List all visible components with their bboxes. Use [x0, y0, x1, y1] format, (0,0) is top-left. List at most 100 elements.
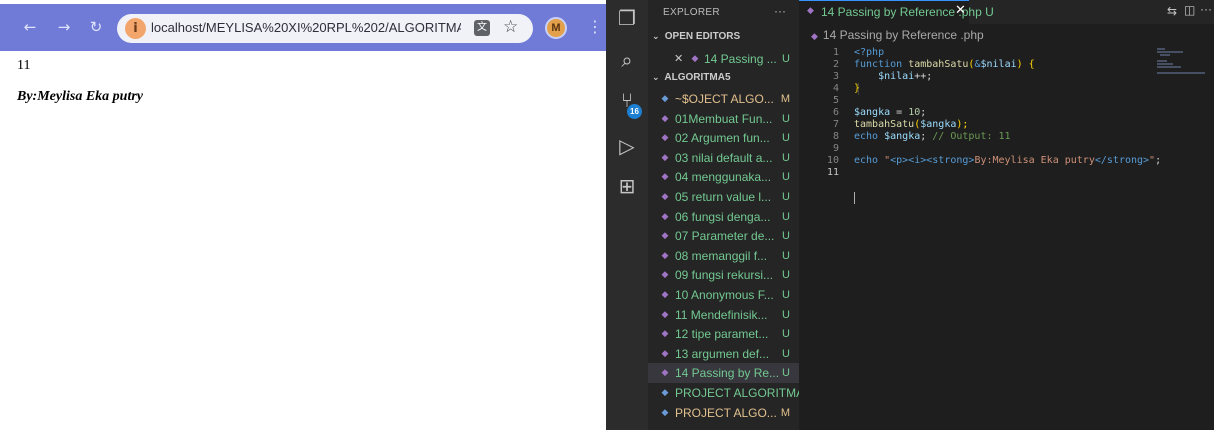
text-cursor [854, 192, 855, 204]
minimap-line [1157, 63, 1173, 65]
address-bar[interactable]: i localhost/MEYLISA%20XI%20RPL%202/ALGOR… [117, 14, 533, 43]
git-status: M [780, 406, 790, 419]
minimap-line [1157, 48, 1165, 50]
git-status: U [782, 249, 790, 262]
line-number: 6 [832, 107, 839, 118]
line-number: 5 [832, 95, 839, 106]
more-actions-icon[interactable]: ··· [1200, 2, 1212, 16]
explorer-icon[interactable]: ❐ [615, 6, 639, 30]
file-item[interactable]: ◆ 06 fungsi denga... U [648, 207, 799, 227]
line-number: 1 [832, 47, 839, 58]
line-number: 2 [832, 59, 839, 70]
file-item[interactable]: ◆ 11 Mendefinisik... U [648, 305, 799, 325]
search-icon[interactable]: ⌕ [615, 48, 639, 72]
php-file-icon: ◆ [691, 54, 699, 64]
file-item[interactable]: ◆ 05 return value l... U [648, 187, 799, 207]
file-item[interactable]: ◆ 02 Argumen fun... U [648, 128, 799, 148]
php-file-icon: ◆ [661, 192, 669, 202]
forward-icon[interactable]: → [55, 18, 73, 36]
author-credit: By:Meylisa Eka putry [17, 89, 143, 104]
file-item[interactable]: ◆ ~$OJECT ALGO... M [648, 89, 799, 109]
file-name: 07 Parameter de... [675, 229, 775, 244]
site-info-icon[interactable]: i [125, 18, 146, 39]
file-item[interactable]: ◆ 01Membuat Fun... U [648, 109, 799, 129]
explorer-sidebar: EXPLORER ··· ⌄ OPEN EDITORS ✕ ◆ 14 Passi… [648, 0, 799, 430]
code-line-10: echo "<p><i><strong>By:Meylisa Eka putry… [854, 155, 1162, 166]
file-name: 05 return value l... [675, 190, 772, 204]
open-editor-item[interactable]: ✕ ◆ 14 Passing ... U [648, 49, 799, 69]
close-icon[interactable]: ✕ [955, 3, 966, 18]
browser-toolbar: ← → ↻ i localhost/MEYLISA%20XI%20RPL%202… [0, 4, 606, 51]
line-number: 11 [826, 167, 839, 178]
file-name: ~$OJECT ALGO... [675, 92, 774, 106]
git-status: U [782, 112, 790, 125]
git-status: U [782, 191, 790, 203]
tab-label: 14 Passing by Reference .php U [821, 5, 994, 19]
php-file-icon: ◆ [661, 368, 669, 379]
file-item[interactable]: ◆ 13 argumen def... U [648, 344, 799, 364]
minimap-line [1157, 60, 1167, 62]
php-file-icon: ◆ [661, 172, 669, 183]
php-file-icon: ◆ [661, 329, 669, 340]
vscode-window: ❐ ⌕ ⑂ 16 ▷ ⊞ EXPLORER ··· ⌄ OPEN EDITORS… [606, 0, 1214, 430]
browser-menu-icon[interactable]: ⋮ [587, 18, 603, 36]
file-item[interactable]: ◆ PROJECT ALGORITMA... [648, 383, 799, 403]
explorer-more-icon[interactable]: ··· [774, 4, 786, 18]
git-status: U [782, 328, 790, 341]
code-line-1: <?php [854, 47, 885, 58]
file-item[interactable]: ◆ 10 Anonymous F... U [648, 285, 799, 305]
compare-changes-icon[interactable]: ⇆ [1167, 4, 1177, 18]
git-status: U [782, 308, 790, 321]
php-file-icon: ◆ [661, 152, 669, 163]
file-name: 14 Passing by Re... [675, 366, 780, 381]
file-item[interactable]: ◆ 08 memanggil f... U [648, 246, 799, 266]
minimap[interactable] [1157, 46, 1207, 86]
breadcrumb[interactable]: ◆ 14 Passing by Reference .php [811, 28, 984, 42]
profile-avatar[interactable]: M [545, 17, 567, 39]
file-name: PROJECT ALGORITMA... [675, 386, 799, 400]
file-name: 12 tipe paramet... [675, 327, 769, 342]
php-file-icon: ◆ [661, 290, 669, 300]
php-file-icon: ◆ [661, 250, 669, 261]
php-file-icon: ◆ [661, 113, 669, 124]
page-content: 11 By:Meylisa Eka putry [0, 51, 606, 430]
file-item[interactable]: ◆ 09 fungsi rekursi... U [648, 265, 799, 285]
tab-active-file[interactable]: ◆ 14 Passing by Reference .php U ✕ [799, 0, 994, 24]
git-status: U [782, 171, 790, 184]
file-item[interactable]: ◆ 14 Passing by Re... U [648, 363, 799, 384]
code-line-2: function tambahSatu(&$nilai) { [854, 59, 1035, 70]
php-file-icon: ◆ [661, 211, 669, 222]
file-name: 03 nilai default a... [675, 150, 773, 165]
url-text[interactable]: localhost/MEYLISA%20XI%20RPL%202/ALGORIT… [151, 20, 461, 35]
back-icon[interactable]: ← [21, 18, 39, 36]
minimap-line [1160, 54, 1170, 56]
translate-icon[interactable]: 文 [474, 20, 490, 36]
line-number: 10 [826, 155, 839, 166]
file-item[interactable]: ◆ 12 tipe paramet... U [648, 324, 799, 344]
file-item[interactable]: ◆ PROJECT ALGO... M [648, 403, 799, 423]
php-file-icon: ◆ [661, 231, 669, 242]
file-name: 04 menggunaka... [675, 170, 772, 185]
minimap-line [1157, 66, 1181, 68]
open-editors-header[interactable]: ⌄ OPEN EDITORS [652, 31, 740, 42]
git-status: U [782, 132, 790, 145]
folder-header[interactable]: ⌄ ALGORITMA5 [652, 72, 731, 83]
bookmark-star-icon[interactable]: ☆ [503, 17, 518, 37]
git-status: U [782, 230, 790, 243]
file-item[interactable]: ◆ 04 menggunaka... U [648, 167, 799, 187]
run-debug-icon[interactable]: ▷ [615, 134, 639, 158]
split-editor-icon[interactable]: ◫ [1184, 3, 1195, 17]
extensions-icon[interactable]: ⊞ [615, 174, 639, 198]
document-icon: ◆ [661, 94, 669, 104]
editor-area: ◆ 14 Passing by Reference .php U ✕ ⇆ ◫ ·… [799, 0, 1214, 430]
reload-icon[interactable]: ↻ [87, 18, 105, 36]
file-item[interactable]: ◆ 07 Parameter de... U [648, 226, 799, 246]
php-file-icon: ◆ [661, 348, 669, 359]
close-icon[interactable]: ✕ [674, 49, 683, 69]
git-status: U [782, 347, 790, 360]
file-name: 08 memanggil f... [675, 248, 768, 263]
line-number: 9 [832, 143, 839, 154]
breadcrumb-file[interactable]: 14 Passing by Reference .php [823, 28, 984, 42]
php-file-icon: ◆ [661, 309, 669, 320]
file-item[interactable]: ◆ 03 nilai default a... U [648, 148, 799, 168]
